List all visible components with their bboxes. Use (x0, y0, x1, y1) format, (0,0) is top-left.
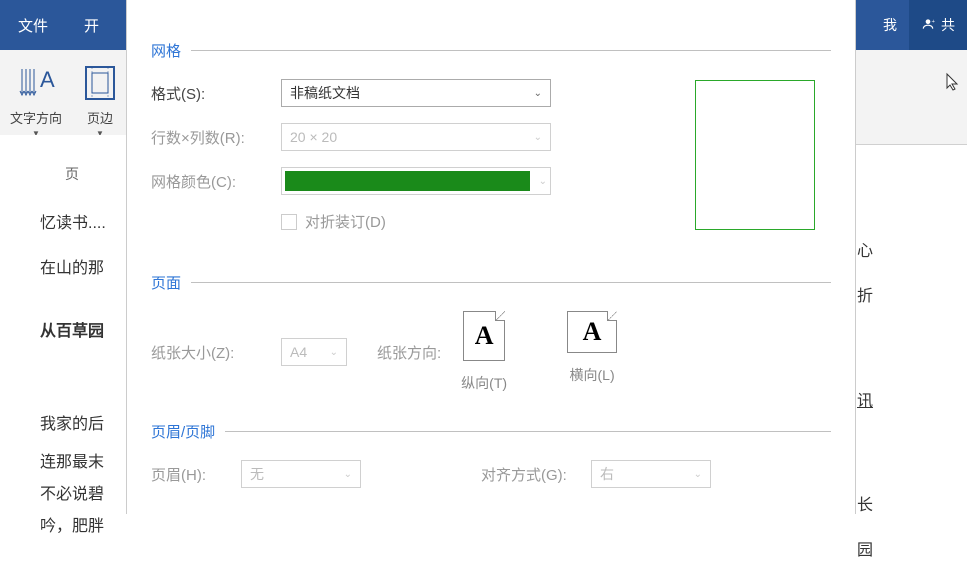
rows-cols-label: 行数×列数(R): (151, 127, 281, 148)
doc-fragment: 折 (857, 275, 957, 320)
orientation-portrait: A 纵向(T) (461, 311, 507, 393)
user-menu[interactable]: 我 (871, 0, 909, 50)
format-label: 格式(S): (151, 83, 281, 104)
doc-line: 连那最末 (40, 447, 120, 479)
document-content-left: 页 忆读书.... 在山的那 从百草园 我家的后 连那最末 不必说碧 吟，肥胖 (0, 135, 130, 543)
chevron-down-icon: ⌄ (534, 132, 542, 143)
svg-text:A: A (40, 67, 55, 92)
page-section-header: 页面 (151, 272, 831, 293)
header-footer-section-label: 页眉/页脚 (151, 421, 215, 442)
doc-line: 吟，肥胖 (40, 511, 120, 543)
text-direction-icon: A (16, 58, 56, 108)
fold-binding-label: 对折装订(D) (305, 211, 386, 232)
user-label-partial: 我 (883, 15, 897, 35)
header-footer-section-header: 页眉/页脚 (151, 421, 831, 442)
landscape-label: 横向(L) (570, 365, 615, 385)
orientation-label: 纸张方向: (377, 342, 441, 363)
grid-color-label: 网格颜色(C): (151, 171, 281, 192)
landscape-icon: A (567, 311, 617, 353)
paper-size-value: A4 (290, 344, 307, 360)
svg-text:+: + (932, 18, 936, 24)
color-swatch (285, 171, 530, 191)
share-button[interactable]: + 共 (909, 0, 967, 50)
chevron-down-icon: ⌄ (344, 469, 352, 480)
page-group-label: 页 (65, 155, 120, 194)
text-direction-button[interactable]: A 文字方向 ▼ (0, 50, 72, 144)
chevron-down-icon: ⌄ (534, 88, 542, 99)
doc-line: 我家的后 (40, 403, 120, 448)
fold-binding-checkbox (281, 214, 297, 230)
document-content-right: 心 折 讯 长 园 (857, 170, 967, 574)
header-value: 无 (250, 464, 264, 484)
page-setup-dialog: 网格 格式(S): 非稿纸文档 ⌄ 行数×列数(R): 20 × 20 ⌄ 网格… (126, 0, 856, 514)
page-preview (695, 80, 815, 230)
format-value: 非稿纸文档 (290, 83, 360, 103)
header-footer-row: 页眉(H): 无 ⌄ 对齐方式(G): 右 ⌄ (151, 460, 831, 488)
grid-section-header: 网格 (151, 40, 831, 61)
rows-cols-select: 20 × 20 ⌄ (281, 123, 551, 151)
doc-fragment: 讯 (857, 380, 957, 425)
portrait-icon: A (463, 311, 505, 361)
margins-button[interactable]: 页边 ▼ (72, 50, 128, 144)
share-label-partial: 共 (941, 15, 955, 35)
align-label: 对齐方式(G): (481, 464, 591, 485)
margins-label: 页边 (87, 108, 113, 127)
share-person-icon: + (921, 17, 935, 34)
paper-size-select: A4 ⌄ (281, 338, 347, 366)
doc-fragment: 长 (857, 484, 957, 529)
doc-heading: 从百草园 (40, 310, 120, 355)
format-select[interactable]: 非稿纸文档 ⌄ (281, 79, 551, 107)
text-direction-label: 文字方向 (10, 108, 62, 127)
paper-size-label: 纸张大小(Z): (151, 342, 281, 363)
doc-line: 在山的那 (40, 247, 120, 292)
chevron-down-icon: ⌄ (539, 176, 547, 187)
align-value: 右 (600, 464, 614, 484)
paper-size-row: 纸张大小(Z): A4 ⌄ 纸张方向: A 纵向(T) A 横向(L) (151, 311, 831, 393)
grid-color-select: ⌄ (281, 167, 551, 195)
doc-fragment: 园 (857, 529, 957, 574)
file-tab[interactable]: 文件 (0, 0, 66, 50)
header-select: 无 ⌄ (241, 460, 361, 488)
start-tab-partial[interactable]: 开 (66, 0, 117, 50)
cursor-pointer-icon (945, 72, 961, 97)
margins-icon (82, 58, 118, 108)
doc-line: 不必说碧 (40, 479, 120, 511)
rows-cols-value: 20 × 20 (290, 129, 337, 145)
portrait-label: 纵向(T) (461, 373, 507, 393)
page-section-label: 页面 (151, 272, 181, 293)
doc-line: 忆读书.... (40, 202, 120, 247)
header-label: 页眉(H): (151, 464, 241, 485)
chevron-down-icon: ⌄ (694, 469, 702, 480)
doc-fragment: 心 (857, 230, 957, 275)
chevron-down-icon: ⌄ (330, 347, 338, 358)
orientation-landscape: A 横向(L) (567, 311, 617, 385)
align-select: 右 ⌄ (591, 460, 711, 488)
grid-section-label: 网格 (151, 40, 181, 61)
orientation-group: A 纵向(T) A 横向(L) (461, 311, 617, 393)
